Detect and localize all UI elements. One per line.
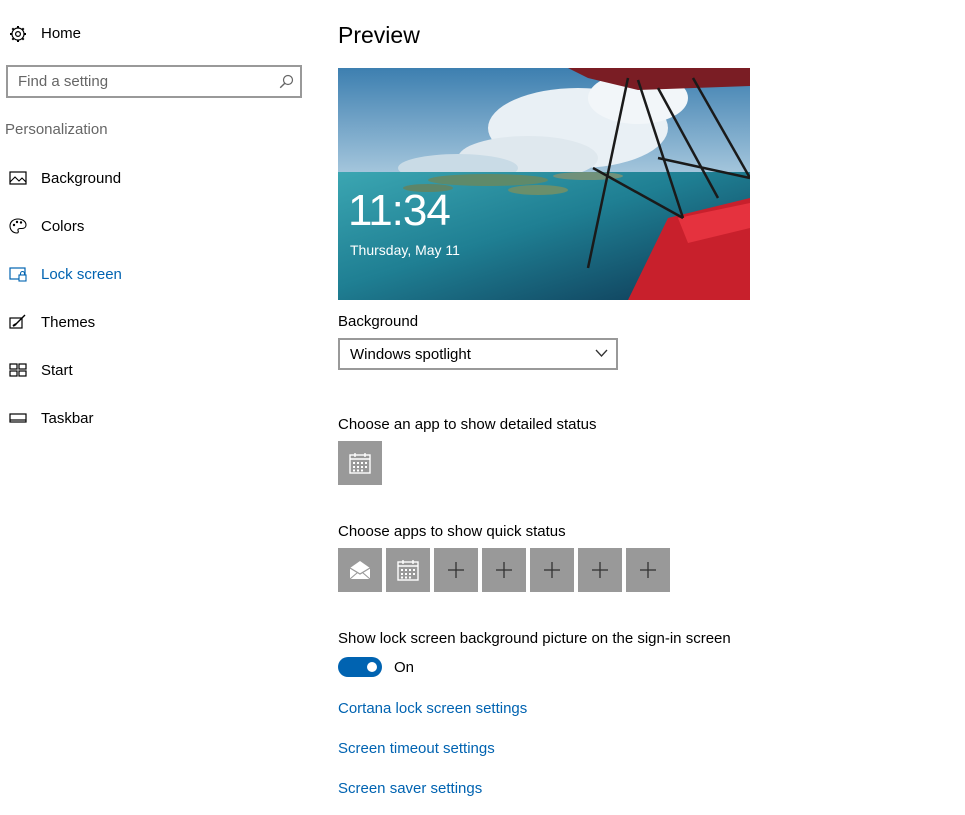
sidebar: Home Personalization Background Colors L…: [0, 0, 310, 815]
preview-image: [338, 68, 750, 300]
plus-icon: [592, 562, 608, 578]
sidebar-item-label: Background: [41, 170, 122, 187]
quick-status-tile-mail[interactable]: [338, 548, 382, 592]
cortana-lock-screen-link[interactable]: Cortana lock screen settings: [338, 700, 527, 717]
plus-icon: [544, 562, 560, 578]
gear-icon: [10, 26, 26, 42]
sidebar-item-label: Themes: [41, 314, 96, 331]
preview-date: Thursday, May 11: [350, 242, 460, 258]
detailed-status-tile-calendar[interactable]: [338, 441, 382, 485]
screen-timeout-link[interactable]: Screen timeout settings: [338, 740, 495, 757]
palette-icon: [9, 218, 27, 234]
sidebar-item-label: Taskbar: [41, 410, 94, 427]
background-dropdown-value: Windows spotlight: [350, 346, 471, 363]
picture-icon: [9, 171, 27, 185]
calendar-icon: [349, 453, 371, 474]
calendar-icon: [397, 560, 419, 581]
quick-status-add-button[interactable]: [482, 548, 526, 592]
quick-status-add-button[interactable]: [578, 548, 622, 592]
sidebar-item-label: Colors: [41, 218, 85, 235]
sidebar-item-colors[interactable]: Colors: [0, 208, 300, 244]
home-label: Home: [41, 25, 82, 42]
quick-status-add-button[interactable]: [626, 548, 670, 592]
sidebar-item-label: Start: [41, 362, 73, 379]
search-icon[interactable]: [279, 74, 294, 89]
plus-icon: [640, 562, 656, 578]
home-nav-item[interactable]: Home: [0, 18, 300, 50]
toggle-state-label: On: [394, 659, 415, 676]
sidebar-item-start[interactable]: Start: [0, 352, 300, 388]
quick-status-add-button[interactable]: [530, 548, 574, 592]
themes-icon: [9, 314, 26, 329]
section-label: Personalization: [5, 121, 108, 138]
sidebar-item-label: Lock screen: [41, 266, 122, 283]
screen-saver-link[interactable]: Screen saver settings: [338, 780, 482, 797]
quick-status-tile-calendar[interactable]: [386, 548, 430, 592]
search-box: [6, 65, 302, 98]
main-content: Preview 11:34 Thursday, May 11 Backgroun…: [338, 0, 958, 815]
sidebar-item-themes[interactable]: Themes: [0, 304, 300, 340]
start-icon: [9, 363, 27, 377]
detailed-status-label: Choose an app to show detailed status: [338, 416, 597, 433]
lock-screen-preview: 11:34 Thursday, May 11: [338, 68, 750, 300]
sidebar-item-lock-screen[interactable]: Lock screen: [0, 256, 300, 292]
background-dropdown[interactable]: Windows spotlight: [338, 338, 618, 370]
mail-icon: [349, 561, 371, 580]
chevron-down-icon: [595, 349, 608, 357]
quick-status-add-button[interactable]: [434, 548, 478, 592]
plus-icon: [496, 562, 512, 578]
preview-clock: 11:34: [348, 186, 451, 235]
page-title: Preview: [338, 22, 420, 48]
background-label: Background: [338, 313, 419, 330]
sidebar-item-taskbar[interactable]: Taskbar: [0, 400, 300, 436]
taskbar-icon: [9, 413, 27, 423]
signin-background-toggle[interactable]: [338, 657, 382, 677]
quick-status-label: Choose apps to show quick status: [338, 523, 566, 540]
toggle-knob: [367, 662, 377, 672]
signin-background-label: Show lock screen background picture on t…: [338, 630, 731, 647]
lock-screen-icon: [9, 267, 27, 282]
sidebar-item-background[interactable]: Background: [0, 160, 300, 196]
search-input[interactable]: [8, 67, 278, 96]
plus-icon: [448, 562, 464, 578]
